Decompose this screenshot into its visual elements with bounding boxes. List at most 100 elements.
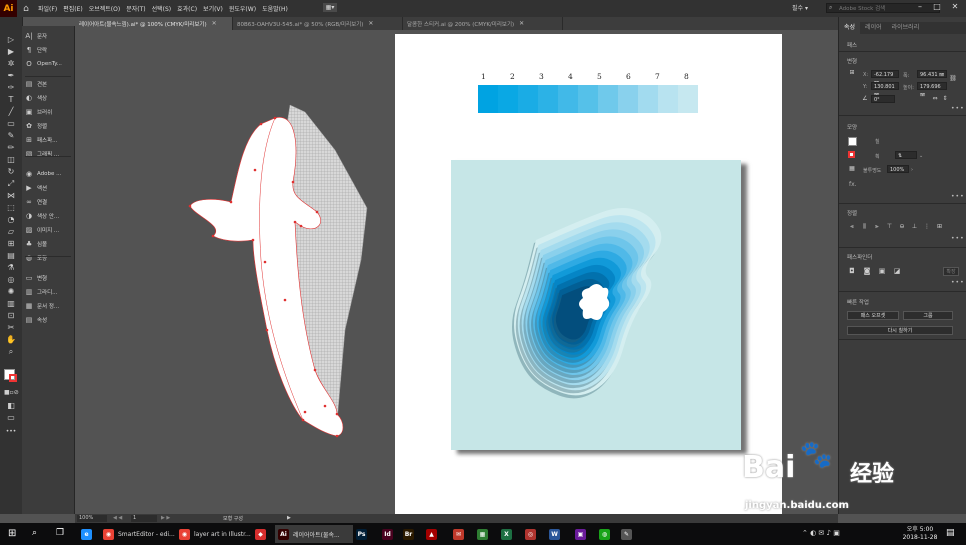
constrain-proportions-icon[interactable]: ⛓: [949, 75, 957, 83]
screen-mode-icon[interactable]: ▭: [4, 413, 18, 423]
recolor-button[interactable]: 다시 칠하기: [847, 326, 953, 335]
stroke-color-swatch[interactable]: [9, 374, 17, 382]
paintbrush-tool-icon[interactable]: ✎: [4, 131, 18, 141]
taskbar-search-icon[interactable]: ⌕: [32, 528, 37, 538]
menu-item-8[interactable]: 도움말(H): [259, 4, 291, 13]
offset-path-button[interactable]: 패스 오프셋: [847, 311, 899, 320]
intersect-icon[interactable]: ▣: [878, 267, 886, 275]
minus-front-icon[interactable]: ◙: [863, 267, 871, 275]
dock-item-9[interactable]: ◉ Adobe ...: [25, 168, 73, 179]
pathfinder-more-icon[interactable]: •••: [951, 279, 965, 286]
close-tab-icon[interactable]: ✕: [519, 20, 524, 27]
color-strip-cell[interactable]: [618, 85, 638, 113]
taskbar-app-9[interactable]: ✉: [450, 525, 470, 543]
reference-point-icon[interactable]: ⊞: [848, 69, 856, 77]
transform-more-icon[interactable]: •••: [951, 105, 965, 112]
dock-item-12[interactable]: ◑ 색상 안...: [25, 210, 73, 221]
gradient-tool-icon[interactable]: ▤: [4, 251, 18, 261]
taskbar-app-6[interactable]: Id: [379, 525, 399, 543]
opacity-dropdown-icon[interactable]: ›: [911, 167, 913, 173]
hand-tool-icon[interactable]: ✋: [4, 335, 18, 345]
dock-item-1[interactable]: ¶ 단락: [25, 44, 73, 55]
distribute-icon[interactable]: ⋮: [923, 223, 931, 231]
taskbar-app-12[interactable]: ◎: [522, 525, 542, 543]
task-view-icon[interactable]: ❐: [56, 528, 64, 538]
taskbar-app-4[interactable]: Ai 레이어아트(물속...: [275, 525, 353, 543]
dock-item-17[interactable]: ▥ 그라디...: [25, 286, 73, 297]
x-field[interactable]: -62.179 ㎜: [871, 70, 899, 86]
expand-button[interactable]: 확장: [943, 267, 959, 276]
color-strip-cell[interactable]: [498, 85, 518, 113]
dock-item-19[interactable]: ▤ 속성: [25, 314, 73, 325]
color-strip-cell[interactable]: [538, 85, 558, 113]
free-transform-tool-icon[interactable]: ⬚: [4, 203, 18, 213]
workspace-switcher-icon[interactable]: ▦▾: [323, 3, 337, 12]
dock-item-16[interactable]: ▭ 변형: [25, 272, 73, 283]
dock-item-8[interactable]: ▧ 그래픽 ...: [25, 148, 73, 159]
magic-wand-tool-icon[interactable]: ✲: [4, 59, 18, 69]
dock-item-13[interactable]: ▨ 이미지 ...: [25, 224, 73, 235]
taskbar-app-1[interactable]: ◉ SmartEditor - edi...: [100, 525, 178, 543]
menu-item-6[interactable]: 보기(V): [200, 4, 226, 13]
status-label[interactable]: 모형 구성: [223, 515, 243, 522]
zoom-tool-icon[interactable]: ⌕: [4, 347, 18, 357]
close-tab-icon[interactable]: ✕: [368, 20, 373, 27]
maximize-button[interactable]: □: [931, 2, 943, 11]
taskbar-app-0[interactable]: e: [78, 525, 98, 543]
color-strip-cell[interactable]: [678, 85, 698, 113]
eraser-tool-icon[interactable]: ◫: [4, 155, 18, 165]
taskbar-app-5[interactable]: Ps: [353, 525, 373, 543]
pencil-tool-icon[interactable]: ✏: [4, 143, 18, 153]
eyedropper-tool-icon[interactable]: ⚗: [4, 263, 18, 273]
menu-item-1[interactable]: 편집(E): [60, 4, 86, 13]
align-right-icon[interactable]: ⫸: [873, 223, 881, 231]
rotate-tool-icon[interactable]: ↻: [4, 167, 18, 177]
taskbar-app-2[interactable]: ◉ layer art in Illustr...: [176, 525, 254, 543]
opacity-field[interactable]: 100%: [887, 165, 909, 173]
curvature-tool-icon[interactable]: ✑: [4, 83, 18, 93]
width-tool-icon[interactable]: ⋈: [4, 191, 18, 201]
align-bottom-icon[interactable]: ⊥: [911, 223, 919, 231]
dock-item-14[interactable]: ♣ 심볼: [25, 238, 73, 249]
dock-item-7[interactable]: ⊞ 패스파...: [25, 134, 73, 145]
windows-start-icon[interactable]: ⊞: [8, 528, 16, 539]
more-tools-icon[interactable]: •••: [4, 427, 18, 437]
taskbar-app-16[interactable]: ✎: [618, 525, 638, 543]
artboard-tool-icon[interactable]: ⊡: [4, 311, 18, 321]
taskbar-app-7[interactable]: Br: [400, 525, 420, 543]
layered-water-artwork[interactable]: [451, 160, 741, 450]
scale-tool-icon[interactable]: ⤢: [4, 179, 18, 189]
color-strip-cell[interactable]: [638, 85, 658, 113]
stroke-weight-dropdown-icon[interactable]: ⌄: [919, 153, 923, 159]
dock-item-4[interactable]: ◐ 색상: [25, 92, 73, 103]
menu-item-4[interactable]: 선택(S): [149, 4, 175, 13]
angle-field[interactable]: 0°: [871, 95, 895, 103]
taskbar-app-10[interactable]: ▦: [474, 525, 494, 543]
home-icon[interactable]: ⌂: [17, 4, 35, 14]
taskbar-app-15[interactable]: ◍: [596, 525, 616, 543]
fill-swatch[interactable]: [848, 137, 857, 146]
layer-art-background[interactable]: [451, 160, 741, 450]
dock-item-15[interactable]: ◍ 모양: [25, 252, 73, 263]
color-gradient-strip[interactable]: [478, 85, 698, 113]
stroke-weight-field[interactable]: ⇅: [895, 151, 917, 159]
dock-item-3[interactable]: ▤ 견본: [25, 78, 73, 89]
menu-item-3[interactable]: 문자(T): [123, 4, 148, 13]
width-field[interactable]: 96.431 ㎜: [917, 70, 947, 78]
rectangle-tool-icon[interactable]: ▭: [4, 119, 18, 129]
menu-item-0[interactable]: 파일(F): [35, 4, 60, 13]
minimize-button[interactable]: –: [914, 2, 926, 11]
dock-item-5[interactable]: ▣ 브러쉬: [25, 106, 73, 117]
taskbar-app-11[interactable]: X: [498, 525, 518, 543]
dock-item-2[interactable]: O OpenTy...: [25, 58, 73, 69]
slice-tool-icon[interactable]: ✂: [4, 323, 18, 333]
canvas-area[interactable]: 1 2 3 4 5 6 7 8: [75, 30, 838, 514]
symbol-sprayer-tool-icon[interactable]: ✺: [4, 287, 18, 297]
appearance-more-icon[interactable]: •••: [951, 193, 965, 200]
color-mode-icon[interactable]: ■▫⊘: [4, 388, 19, 398]
taskbar-app-13[interactable]: W: [546, 525, 566, 543]
stroke-swatch[interactable]: [848, 151, 855, 158]
unite-icon[interactable]: ◘: [848, 267, 856, 275]
artboard[interactable]: 1 2 3 4 5 6 7 8: [395, 34, 782, 514]
shape-builder-tool-icon[interactable]: ◔: [4, 215, 18, 225]
